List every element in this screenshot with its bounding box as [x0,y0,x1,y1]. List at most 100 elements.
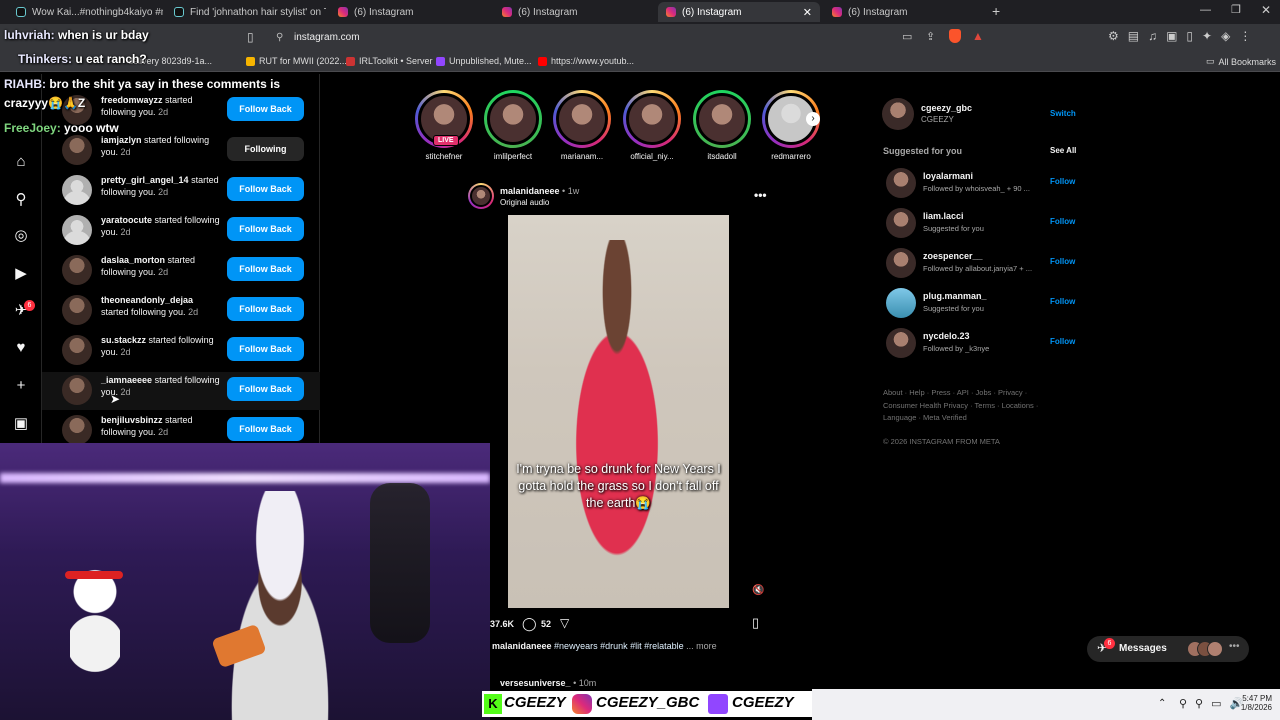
browser-tab[interactable]: (6) Instagram [330,2,490,22]
all-bookmarks[interactable]: ▭ All Bookmarks [1206,56,1276,67]
avatar[interactable] [886,168,916,198]
minimize-icon[interactable]: — [1200,4,1211,16]
footer-links-line[interactable]: Language · Meta Verified [883,412,1038,425]
follow-button[interactable]: Follow [1050,257,1075,266]
share-icon[interactable]: ⇪ [926,30,935,43]
suggested-username[interactable]: loyalarmani [923,171,973,181]
next-post-author[interactable]: versesuniverse_ [500,678,571,688]
follow-button[interactable]: Follow [1050,177,1075,186]
username[interactable]: freedomwayzz [101,95,163,105]
story-item[interactable]: imlilperfect [484,90,542,161]
extensions-icon[interactable]: ⚙▤♫▣▯✦◈⋮ [1108,29,1260,43]
username[interactable]: yaratoocute [101,215,152,225]
mute-icon[interactable]: 🔇 [752,585,764,596]
brave-shield-icon[interactable] [949,29,961,43]
avatar[interactable] [62,375,92,405]
avatar[interactable] [886,288,916,318]
avatar[interactable] [886,248,916,278]
follow-back-button[interactable]: Follow Back [227,177,304,201]
story-item[interactable]: marianam... [553,90,611,161]
avatar[interactable] [62,215,92,245]
comments-count[interactable]: 52 [541,619,551,629]
screen-icon[interactable]: ▭ [902,30,912,43]
username[interactable]: pretty_girl_angel_14 [101,175,189,185]
suggested-username[interactable]: liam.lacci [923,211,964,221]
bookmark-icon[interactable]: ▯ [247,30,254,44]
footer-links-line[interactable]: About · Help · Press · API · Jobs · Priv… [883,387,1038,400]
post-video[interactable] [508,215,729,608]
post-author-name[interactable]: malanidaneee [500,186,560,196]
suggested-username[interactable]: zoespencer__ [923,251,983,261]
username[interactable]: benjiluvsbinzz [101,415,163,425]
avatar[interactable] [62,255,92,285]
clock[interactable]: 5:47 PM 1/8/2026 [1236,694,1272,712]
suggested-username[interactable]: plug.manman_ [923,291,987,301]
account-username[interactable]: cgeezy_gbc [921,103,972,113]
address-bar[interactable]: instagram.com [294,32,360,43]
footer-links-line[interactable]: Consumer Health Privacy · Terms · Locati… [883,400,1038,413]
likes-count[interactable]: 37.6K [490,619,514,629]
story-item[interactable]: itsdadoll [693,90,751,161]
home-icon[interactable]: ⌂ [12,152,30,170]
close-tab-icon[interactable]: ✕ [803,6,812,19]
avatar[interactable] [62,175,92,205]
more-options-icon[interactable]: ••• [754,188,767,202]
username[interactable]: theoneandonly_dejaa [101,295,193,305]
search-icon[interactable]: ⚲ [12,190,30,208]
avatar[interactable] [886,208,916,238]
browser-tab[interactable]: Find 'johnathon hair stylist' on TikTo [166,2,326,22]
username[interactable]: _iamnaeeee [101,375,152,385]
see-all-link[interactable]: See All [1050,146,1076,155]
bookmark-item[interactable]: https://www.youtub... [538,56,634,66]
follow-back-button[interactable]: Follow Back [227,217,304,241]
more-link[interactable]: ... more [686,641,717,651]
follow-back-button[interactable]: Follow Back [227,337,304,361]
follow-back-button[interactable]: Follow Back [227,97,304,121]
comment-icon[interactable]: ◯ [522,616,537,632]
avatar[interactable] [62,335,92,365]
post-author-avatar[interactable] [468,183,494,209]
story-item[interactable]: official_niy... [623,90,681,161]
site-info-icon[interactable]: ⚲ [276,32,283,43]
story-item[interactable]: LIVE stitchefner [415,90,473,161]
account-avatar[interactable] [882,98,914,130]
avatar[interactable] [62,415,92,445]
browser-tab[interactable]: Wow Kai...#nothingb4kaiyo #nb4 # [8,2,163,22]
post-author[interactable]: malanidaneee • 1w [500,186,579,196]
dashboard-icon[interactable]: ▣ [12,414,30,432]
caption-hashtags[interactable]: #newyears #drunk #lit #relatable [554,641,684,651]
username[interactable]: su.stackzz [101,335,146,345]
following-button[interactable]: Following [227,137,304,161]
browser-tab-active[interactable]: (6) Instagram ✕ [658,2,820,22]
bookmark-item[interactable]: RUT for MWII (2022... [246,56,347,66]
save-icon[interactable]: ▯ [752,615,759,631]
heart-icon[interactable]: ♥ [12,338,30,356]
username[interactable]: iamjazlyn [101,135,142,145]
follow-button[interactable]: Follow [1050,297,1075,306]
follow-back-button[interactable]: Follow Back [227,297,304,321]
close-window-icon[interactable]: ✕ [1261,3,1271,17]
create-icon[interactable]: + [12,376,30,394]
explore-icon[interactable]: ◎ [12,226,30,244]
follow-button[interactable]: Follow [1050,337,1075,346]
bookmark-item[interactable]: IRLToolkit • Server [346,56,433,66]
tray-chevron-icon[interactable]: ⌃ [1158,698,1166,709]
avatar[interactable] [886,328,916,358]
avatar[interactable] [62,135,92,165]
stories-next-icon[interactable]: › [806,112,820,126]
follow-back-button[interactable]: Follow Back [227,257,304,281]
follow-button[interactable]: Follow [1050,217,1075,226]
switch-account-link[interactable]: Switch [1050,109,1076,118]
post-audio[interactable]: Original audio [500,198,549,207]
maximize-icon[interactable]: ❐ [1231,3,1241,16]
new-tab-icon[interactable]: + [992,3,1000,19]
messages-button[interactable]: ✈ 6 Messages ••• [1087,636,1249,662]
brave-rewards-icon[interactable]: ▲ [972,29,984,43]
follow-back-button[interactable]: Follow Back [227,417,304,441]
follow-back-button[interactable]: Follow Back [227,377,304,401]
more-icon[interactable]: ••• [1229,641,1240,652]
reels-icon[interactable]: ▶ [12,264,30,282]
browser-tab[interactable]: (6) Instagram [494,2,654,22]
avatar[interactable] [62,295,92,325]
caption-user[interactable]: malanidaneee [492,641,552,651]
